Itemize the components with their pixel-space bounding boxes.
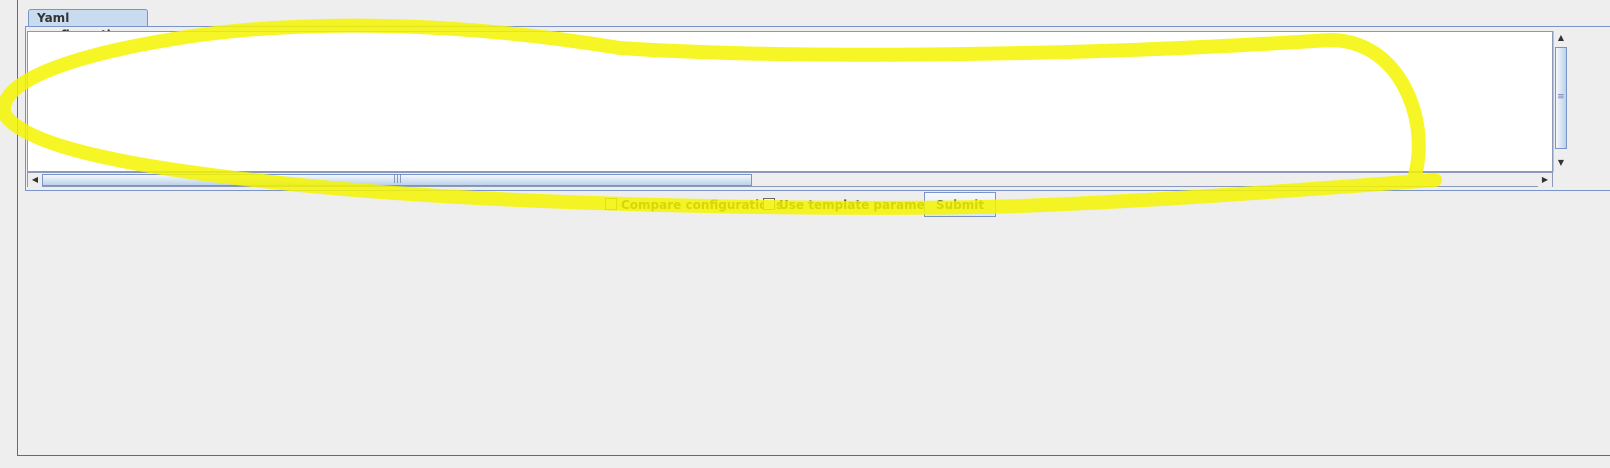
submit-button[interactable]: Submit (924, 192, 996, 217)
horizontal-scroll-thumb[interactable]: ||| (42, 174, 752, 186)
scroll-left-arrow-icon[interactable]: ◀ (28, 173, 42, 187)
horizontal-scrollbar[interactable]: ◀ ||| ▶ (27, 172, 1553, 187)
use-template-parameters-checkbox[interactable] (763, 198, 775, 210)
scroll-up-arrow-icon[interactable]: ▲ (1554, 31, 1568, 45)
vertical-scroll-thumb[interactable]: ≡ (1555, 47, 1567, 149)
vertical-scrollbar[interactable]: ▲ ≡ ▼ (1553, 31, 1568, 172)
scroll-right-arrow-icon[interactable]: ▶ (1538, 173, 1552, 187)
grip-icon: ≡ (1557, 92, 1565, 102)
yaml-editor-textarea[interactable] (27, 31, 1553, 172)
compare-configurations-checkbox[interactable] (605, 198, 617, 210)
scroll-down-arrow-icon[interactable]: ▼ (1554, 156, 1568, 170)
compare-configurations-label[interactable]: Compare configurations (621, 197, 783, 213)
tab-yaml-configuration[interactable]: Yaml configuration (28, 9, 148, 42)
grip-icon: ||| (393, 174, 403, 184)
